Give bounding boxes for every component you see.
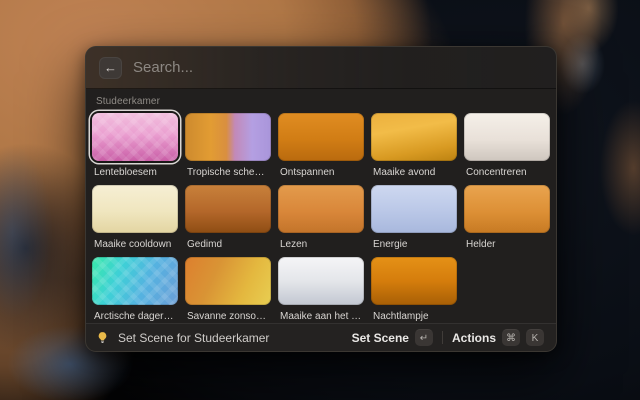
scene-name-label: Maaike aan het werk <box>280 311 364 322</box>
search-bar: ← <box>86 47 556 89</box>
scene-tile[interactable]: Savanne zonsonderg… <box>185 257 271 322</box>
scene-tile[interactable]: Lentebloesem <box>92 113 178 178</box>
scene-thumbnail <box>185 257 271 305</box>
scene-thumbnail <box>371 257 457 305</box>
k-key-icon: K <box>526 329 544 346</box>
scene-thumbnail <box>464 185 550 233</box>
scene-browser: Studeerkamer Lentebloesem Tropische sche… <box>86 89 556 323</box>
set-scene-label: Set Scene <box>352 331 409 345</box>
search-input[interactable] <box>133 59 543 76</box>
scene-name-label: Concentreren <box>466 167 550 178</box>
scene-name-label: Arctische dageraad <box>94 311 178 322</box>
command-key-icon: ⌘ <box>502 329 520 346</box>
arrow-left-icon: ← <box>104 61 117 74</box>
scene-tile[interactable]: Ontspannen <box>278 113 364 178</box>
scene-name-label: Energie <box>373 239 457 250</box>
footer-status-text: Set Scene for Studeerkamer <box>118 331 269 345</box>
scene-name-label: Helder <box>466 239 550 250</box>
scene-name-label: Maaike cooldown <box>94 239 178 250</box>
scene-tile[interactable]: Maaike avond <box>371 113 457 178</box>
set-scene-button[interactable]: Set Scene ↵ <box>350 327 435 348</box>
scene-name-label: Lentebloesem <box>94 167 178 178</box>
scene-name-label: Tropische schemering <box>187 167 271 178</box>
section-header: Studeerkamer <box>96 96 550 107</box>
scene-tile[interactable]: Arctische dageraad <box>92 257 178 322</box>
scene-thumbnail <box>92 257 178 305</box>
actions-label: Actions <box>452 331 496 345</box>
back-button[interactable]: ← <box>99 57 122 79</box>
scene-thumbnail <box>371 185 457 233</box>
return-key-icon: ↵ <box>415 329 433 346</box>
scene-tile[interactable]: Helder <box>464 185 550 250</box>
scene-thumbnail <box>371 113 457 161</box>
scene-tile[interactable]: Nachtlampje <box>371 257 457 322</box>
scene-name-label: Savanne zonsonderg… <box>187 311 271 322</box>
scene-tile[interactable]: Concentreren <box>464 113 550 178</box>
scene-tile[interactable]: Gedimd <box>185 185 271 250</box>
scene-tile[interactable]: Tropische schemering <box>185 113 271 178</box>
footer-bar: Set Scene for Studeerkamer Set Scene ↵ A… <box>86 323 556 351</box>
scene-thumbnail <box>278 257 364 305</box>
scene-thumbnail <box>92 113 178 161</box>
scene-name-label: Gedimd <box>187 239 271 250</box>
lightbulb-icon <box>96 331 109 344</box>
scene-name-label: Nachtlampje <box>373 311 457 322</box>
scene-name-label: Ontspannen <box>280 167 364 178</box>
scene-thumbnail <box>185 113 271 161</box>
scene-name-label: Lezen <box>280 239 364 250</box>
footer-divider <box>442 331 443 344</box>
scene-thumbnail <box>464 113 550 161</box>
actions-button[interactable]: Actions ⌘ K <box>450 327 546 348</box>
scene-tile[interactable]: Maaike cooldown <box>92 185 178 250</box>
scene-grid: Lentebloesem Tropische schemering Ontspa… <box>92 113 550 322</box>
scene-thumbnail <box>185 185 271 233</box>
scene-thumbnail <box>92 185 178 233</box>
scene-tile[interactable]: Lezen <box>278 185 364 250</box>
raycast-window: ← Studeerkamer Lentebloesem Tropische sc… <box>85 46 557 352</box>
scene-thumbnail <box>278 113 364 161</box>
scene-thumbnail <box>278 185 364 233</box>
scene-tile[interactable]: Energie <box>371 185 457 250</box>
scene-tile[interactable]: Maaike aan het werk <box>278 257 364 322</box>
scene-name-label: Maaike avond <box>373 167 457 178</box>
footer-actions: Set Scene ↵ Actions ⌘ K <box>350 327 546 348</box>
footer-status-group[interactable]: Set Scene for Studeerkamer <box>96 331 341 345</box>
